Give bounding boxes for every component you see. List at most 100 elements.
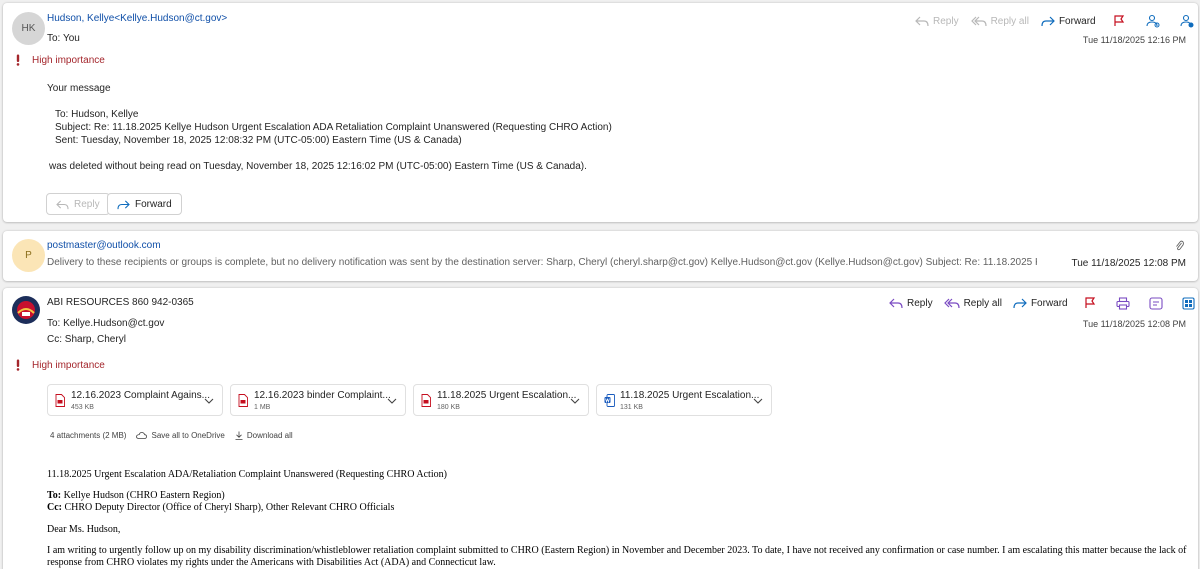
attachment-name: 12.16.2023 Complaint Agains... — [71, 390, 210, 401]
pdf-file-icon — [238, 394, 248, 410]
forward-button[interactable]: Forward — [1041, 15, 1096, 27]
attachment-size: 180 KB — [437, 404, 460, 411]
deleted-notice: was deleted without being read on Tuesda… — [49, 161, 587, 172]
importance-banner: High importance — [15, 359, 105, 371]
reply-button[interactable]: Reply — [889, 297, 933, 309]
your-message-text: Your message — [47, 83, 111, 94]
attachments-bar: 4 attachments (2 MB) Save all to OneDriv… — [50, 431, 293, 440]
reply-all-label: Reply all — [963, 297, 1002, 309]
footer-forward-label: Forward — [135, 198, 172, 210]
attachment-card[interactable]: 11.18.2025 Urgent Escalation... 180 KB — [413, 384, 589, 416]
to-line: To: Kellye.Hudson@ct.gov — [47, 318, 165, 329]
original-to: To: Hudson, Kellye — [55, 109, 139, 120]
attachment-name: 11.18.2025 Urgent Escalation... — [437, 390, 577, 401]
exclamation-icon — [16, 54, 20, 66]
cc-line: Cc: Sharp, Cheryl — [47, 334, 126, 345]
reply-button[interactable]: Reply — [915, 15, 959, 27]
attachments-summary: 4 attachments (2 MB) — [50, 431, 127, 440]
save-onedrive-label: Save all to OneDrive — [151, 431, 225, 440]
attachment-card[interactable]: 11.18.2025 Urgent Escalation... 131 KB — [596, 384, 772, 416]
body-cc-label: Cc: — [47, 502, 62, 513]
reply-all-icon — [970, 16, 987, 27]
pdf-file-icon — [421, 394, 431, 410]
attachment-card[interactable]: 12.16.2023 Complaint Agains... 453 KB — [47, 384, 223, 416]
cloud-icon — [136, 432, 148, 439]
email-card-delivery-notification[interactable]: P postmaster@outlook.com Delivery to the… — [3, 231, 1198, 281]
importance-label: High importance — [32, 359, 105, 371]
chevron-down-icon[interactable] — [204, 396, 214, 407]
footer-reply-label: Reply — [74, 198, 100, 210]
save-onedrive-button[interactable]: Save all to OneDrive — [136, 431, 225, 440]
footer-forward-button[interactable]: Forward — [107, 193, 182, 215]
body-subject-line: 11.18.2025 Urgent Escalation ADA/Retalia… — [47, 469, 447, 480]
message-actions: Reply Reply all Forward — [915, 11, 1200, 31]
original-sent: Sent: Tuesday, November 18, 2025 12:08:3… — [55, 135, 462, 146]
reply-all-button[interactable]: Reply all — [943, 297, 1002, 309]
body-paragraph-line-2: response from CHRO violates my rights un… — [47, 557, 496, 568]
sender-name[interactable]: ABI RESOURCES 860 942-0365 — [47, 297, 194, 308]
attachment-name: 12.16.2023 binder Complaint... — [254, 390, 391, 401]
message-date: Tue 11/18/2025 12:08 PM — [1082, 319, 1186, 329]
word-file-icon — [604, 394, 615, 410]
forward-label: Forward — [1030, 297, 1068, 309]
email-card-complaint: ABI RESOURCES 860 942-0365 To: Kellye.Hu… — [3, 288, 1198, 569]
attachment-size: 131 KB — [620, 404, 643, 411]
message-date: Tue 11/18/2025 12:08 PM — [1071, 258, 1186, 269]
reply-all-button[interactable]: Reply all — [970, 15, 1029, 27]
chevron-down-icon[interactable] — [387, 396, 397, 407]
to-line: To: You — [47, 33, 80, 44]
importance-banner: High importance — [15, 54, 105, 66]
immersive-reader-icon[interactable] — [1145, 293, 1167, 313]
original-subject: Subject: Re: 11.18.2025 Kellye Hudson Ur… — [55, 122, 612, 133]
email-card-read-receipt: HK Hudson, Kellye<Kellye.Hudson@ct.gov> … — [3, 3, 1198, 222]
flag-icon[interactable] — [1079, 293, 1101, 313]
download-all-button[interactable]: Download all — [235, 431, 293, 440]
body-cc-value: CHRO Deputy Director (Office of Cheryl S… — [62, 502, 395, 513]
footer-reply-button[interactable]: Reply — [46, 193, 110, 215]
body-to-label: To: — [47, 490, 62, 501]
forward-label: Forward — [1058, 15, 1096, 27]
avatar — [12, 296, 40, 324]
apps-icon[interactable] — [1178, 293, 1200, 313]
reply-label: Reply — [933, 15, 959, 27]
paperclip-icon — [1175, 240, 1184, 254]
body-cc-line: Cc: CHRO Deputy Director (Office of Cher… — [47, 502, 394, 513]
message-actions: Reply Reply all Forward — [889, 293, 1200, 313]
body-paragraph-line-1: I am writing to urgently follow up on my… — [47, 545, 1187, 556]
attachment-size: 1 MB — [254, 404, 271, 411]
avatar: HK — [12, 12, 45, 45]
attachment-card[interactable]: 12.16.2023 binder Complaint... 1 MB — [230, 384, 406, 416]
reply-icon — [56, 199, 69, 209]
attachment-name: 11.18.2025 Urgent Escalation... — [620, 390, 760, 401]
message-preview: Delivery to these recipients or groups i… — [47, 257, 1037, 268]
avatar: P — [12, 239, 45, 272]
download-icon — [235, 431, 243, 440]
importance-label: High importance — [32, 54, 105, 66]
reply-all-label: Reply all — [990, 15, 1029, 27]
body-greeting: Dear Ms. Hudson, — [47, 524, 121, 535]
sender-name[interactable]: Hudson, Kellye<Kellye.Hudson@ct.gov> — [47, 13, 227, 24]
print-icon[interactable] — [1112, 293, 1134, 313]
person-status-icon[interactable] — [1176, 11, 1198, 31]
reply-icon — [915, 16, 929, 27]
reply-all-icon — [943, 298, 960, 309]
forward-icon — [1013, 298, 1027, 309]
forward-icon — [1041, 16, 1055, 27]
people-icon[interactable] — [1142, 11, 1164, 31]
body-to-line: To: Kellye Hudson (CHRO Eastern Region) — [47, 490, 225, 501]
body-to-value: Kellye Hudson (CHRO Eastern Region) — [61, 490, 225, 501]
download-all-label: Download all — [246, 431, 293, 440]
sender-logo-icon — [13, 297, 39, 323]
reply-icon — [889, 298, 903, 309]
message-date: Tue 11/18/2025 12:16 PM — [1082, 35, 1186, 45]
exclamation-icon — [16, 359, 20, 371]
attachment-size: 453 KB — [71, 404, 94, 411]
pdf-file-icon — [55, 394, 65, 410]
chevron-down-icon[interactable] — [753, 396, 763, 407]
forward-button[interactable]: Forward — [1013, 297, 1068, 309]
forward-icon — [117, 199, 130, 209]
reply-label: Reply — [907, 297, 933, 309]
flag-icon[interactable] — [1108, 11, 1130, 31]
chevron-down-icon[interactable] — [570, 396, 580, 407]
sender-name[interactable]: postmaster@outlook.com — [47, 240, 161, 251]
